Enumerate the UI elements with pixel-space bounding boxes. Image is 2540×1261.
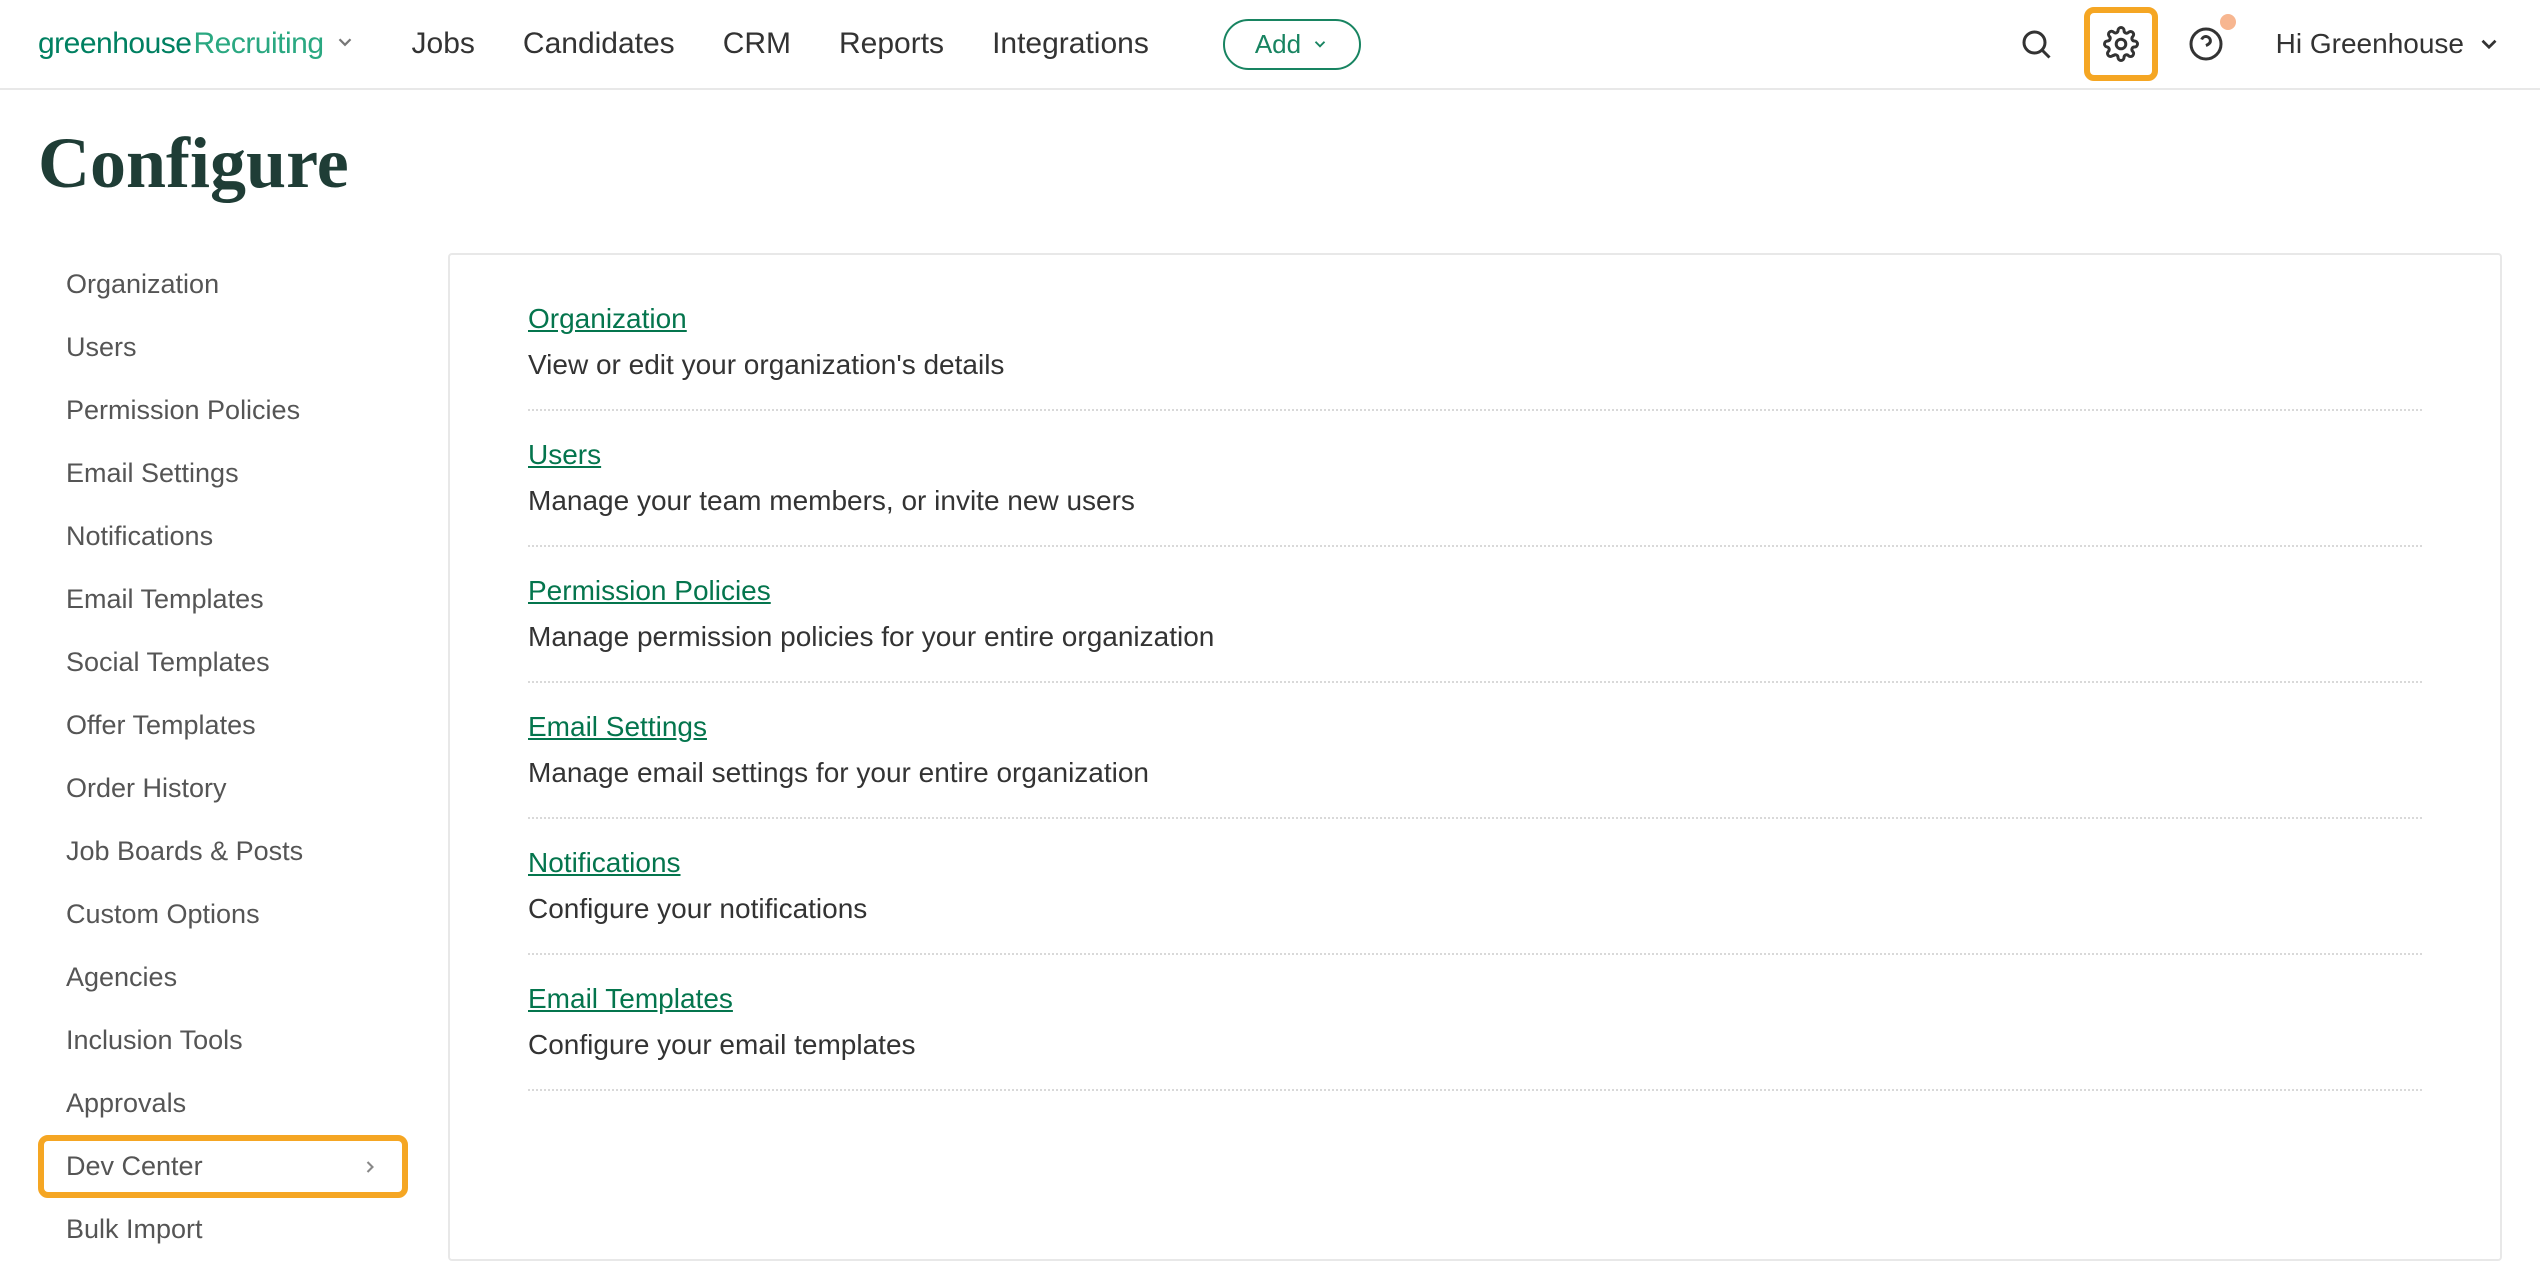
nav-crm[interactable]: CRM: [723, 27, 791, 61]
sidebar-item-organization[interactable]: Organization: [38, 253, 408, 316]
sidebar-item-notifications[interactable]: Notifications: [38, 505, 408, 568]
sidebar-item-label: Email Settings: [66, 458, 239, 489]
section-email-settings: Email Settings Manage email settings for …: [528, 683, 2422, 819]
section-desc: Manage permission policies for your enti…: [528, 621, 2422, 653]
sidebar-item-email-settings[interactable]: Email Settings: [38, 442, 408, 505]
sidebar-item-label: Dev Center: [66, 1151, 203, 1182]
section-organization: Organization View or edit your organizati…: [528, 303, 2422, 411]
section-desc: Configure your notifications: [528, 893, 2422, 925]
section-notifications: Notifications Configure your notification…: [528, 819, 2422, 955]
sidebar-item-inclusion-tools[interactable]: Inclusion Tools: [38, 1009, 408, 1072]
user-greeting: Hi Greenhouse: [2276, 28, 2464, 60]
chevron-right-icon: [360, 1157, 380, 1177]
section-link[interactable]: Email Settings: [528, 711, 707, 743]
sidebar-item-permission-policies[interactable]: Permission Policies: [38, 379, 408, 442]
help-icon: [2188, 26, 2224, 62]
chevron-down-icon: [2476, 31, 2502, 57]
sidebar-item-label: Social Templates: [66, 647, 270, 678]
sidebar-item-label: Offer Templates: [66, 710, 256, 741]
sidebar-item-custom-options[interactable]: Custom Options: [38, 883, 408, 946]
user-menu[interactable]: Hi Greenhouse: [2276, 28, 2502, 60]
section-link[interactable]: Users: [528, 439, 601, 471]
sidebar-item-dev-center[interactable]: Dev Center: [38, 1135, 408, 1198]
sidebar-item-social-templates[interactable]: Social Templates: [38, 631, 408, 694]
section-users: Users Manage your team members, or invite…: [528, 411, 2422, 547]
chevron-down-icon[interactable]: [334, 31, 356, 53]
search-button[interactable]: [2008, 16, 2064, 72]
section-desc: Manage your team members, or invite new …: [528, 485, 2422, 517]
notification-dot-icon: [2220, 14, 2236, 30]
logo-text-1: greenhouse: [38, 27, 191, 61]
section-desc: Configure your email templates: [528, 1029, 2422, 1061]
section-link[interactable]: Notifications: [528, 847, 681, 879]
search-icon: [2018, 26, 2054, 62]
sidebar-item-order-history[interactable]: Order History: [38, 757, 408, 820]
app-logo[interactable]: greenhouse Recruiting: [38, 27, 356, 61]
main-panel: Organization View or edit your organizati…: [448, 253, 2502, 1261]
primary-nav: Jobs Candidates CRM Reports Integrations: [412, 27, 1149, 61]
section-permission-policies: Permission Policies Manage permission pol…: [528, 547, 2422, 683]
sidebar-item-label: Order History: [66, 773, 227, 804]
sidebar-item-label: Users: [66, 332, 137, 363]
sidebar-item-label: Approvals: [66, 1088, 186, 1119]
section-link[interactable]: Email Templates: [528, 983, 733, 1015]
content-wrap: Organization Users Permission Policies Emai…: [0, 215, 2540, 1261]
sidebar-item-users[interactable]: Users: [38, 316, 408, 379]
logo-text-2: Recruiting: [193, 27, 323, 61]
add-button[interactable]: Add: [1223, 19, 1361, 70]
chevron-down-icon: [1311, 35, 1329, 53]
section-link[interactable]: Organization: [528, 303, 687, 335]
sidebar-item-approvals[interactable]: Approvals: [38, 1072, 408, 1135]
help-button[interactable]: [2178, 16, 2234, 72]
sidebar-item-offer-templates[interactable]: Offer Templates: [38, 694, 408, 757]
sidebar-item-label: Permission Policies: [66, 395, 300, 426]
section-desc: View or edit your organization's details: [528, 349, 2422, 381]
sidebar-item-label: Notifications: [66, 521, 213, 552]
section-link[interactable]: Permission Policies: [528, 575, 771, 607]
settings-button[interactable]: [2084, 7, 2158, 81]
sidebar-item-label: Organization: [66, 269, 219, 300]
sidebar-item-label: Inclusion Tools: [66, 1025, 243, 1056]
sidebar-item-label: Email Templates: [66, 584, 264, 615]
nav-integrations[interactable]: Integrations: [992, 27, 1149, 61]
nav-reports[interactable]: Reports: [839, 27, 944, 61]
nav-jobs[interactable]: Jobs: [412, 27, 475, 61]
sidebar: Organization Users Permission Policies Emai…: [38, 253, 408, 1261]
add-button-label: Add: [1255, 29, 1301, 60]
gear-icon: [2103, 26, 2139, 62]
sidebar-item-label: Bulk Import: [66, 1214, 203, 1245]
sidebar-item-bulk-import[interactable]: Bulk Import: [38, 1198, 408, 1261]
sidebar-item-email-templates[interactable]: Email Templates: [38, 568, 408, 631]
section-email-templates: Email Templates Configure your email temp…: [528, 955, 2422, 1091]
sidebar-item-label: Custom Options: [66, 899, 260, 930]
section-desc: Manage email settings for your entire or…: [528, 757, 2422, 789]
sidebar-item-label: Job Boards & Posts: [66, 836, 303, 867]
sidebar-item-label: Agencies: [66, 962, 177, 993]
nav-candidates[interactable]: Candidates: [523, 27, 675, 61]
sidebar-item-agencies[interactable]: Agencies: [38, 946, 408, 1009]
sidebar-item-job-boards-posts[interactable]: Job Boards & Posts: [38, 820, 408, 883]
page-title: Configure: [0, 90, 2540, 215]
top-nav: greenhouse Recruiting Jobs Candidates CR…: [0, 0, 2540, 90]
